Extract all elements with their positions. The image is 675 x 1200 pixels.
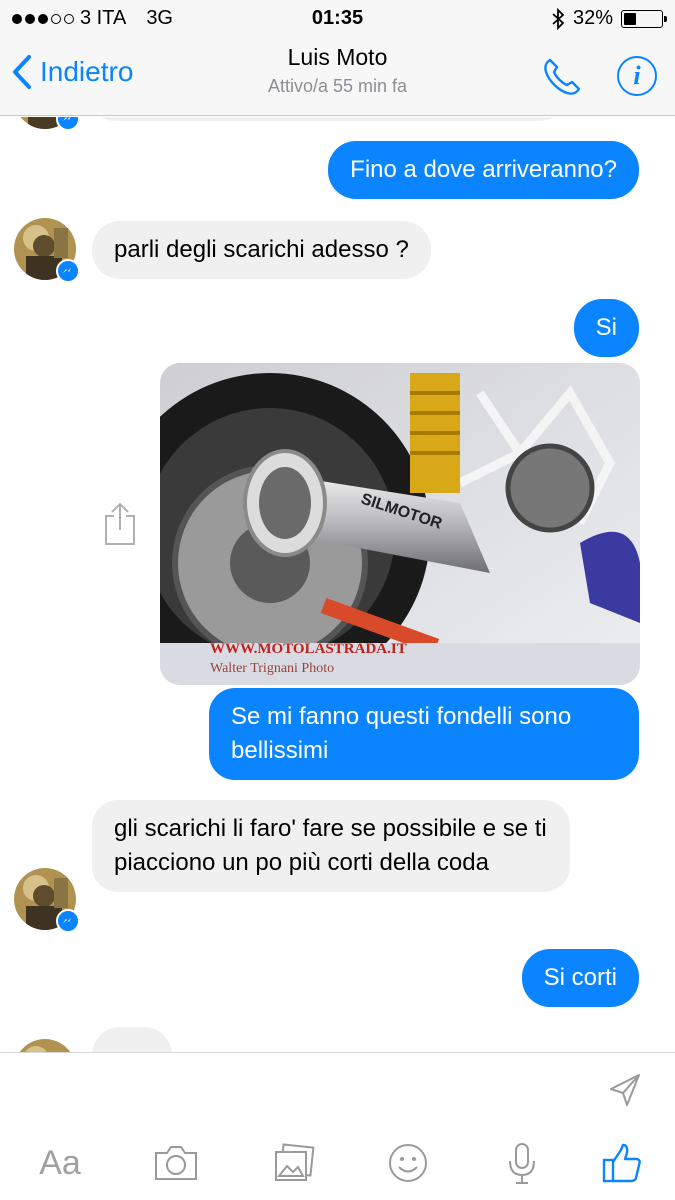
- message-composer: Aa: [0, 1052, 675, 1200]
- camera-button[interactable]: [146, 1135, 206, 1191]
- messenger-badge-icon: [56, 909, 80, 933]
- battery-icon: [621, 9, 667, 28]
- outgoing-message[interactable]: Si: [573, 299, 639, 357]
- typing-indicator-bubble: [92, 1027, 172, 1052]
- gallery-button[interactable]: [264, 1135, 324, 1191]
- share-icon: [105, 502, 135, 545]
- messenger-badge-icon: [56, 117, 80, 131]
- camera-icon: [155, 1146, 197, 1180]
- incoming-message[interactable]: gli scarichi li faro' fare se possibile …: [92, 800, 570, 892]
- motorcycle-exhaust-image: SILMOTOR WWW.MOTOLASTRADA.IT Walter Trig…: [160, 363, 640, 685]
- message-input[interactable]: [30, 1071, 570, 1111]
- battery-area: 32%: [551, 7, 667, 30]
- message-text: Si corti: [543, 964, 617, 991]
- phone-icon: [544, 58, 581, 95]
- messenger-badge-icon: [56, 259, 80, 283]
- shared-photo[interactable]: SILMOTOR WWW.MOTOLASTRADA.IT Walter Trig…: [160, 363, 640, 685]
- like-button[interactable]: [592, 1135, 652, 1191]
- like-icon: [602, 1143, 641, 1183]
- battery-percent: 32%: [572, 7, 613, 29]
- outgoing-message[interactable]: Se mi fanno questi fondelli sono belliss…: [209, 688, 639, 780]
- call-button[interactable]: [541, 56, 583, 98]
- message-list[interactable]: Fino a dove arriveranno? parli degli sca…: [0, 117, 675, 1052]
- incoming-message[interactable]: parli degli scarichi adesso ?: [92, 221, 431, 279]
- send-arrow-icon: [610, 1074, 640, 1106]
- status-bar: 3 ITA 3G 01:35 32%: [0, 0, 675, 38]
- gallery-icon: [275, 1143, 315, 1181]
- photo-credit-text: Walter Trignani Photo: [210, 661, 334, 676]
- info-button[interactable]: i: [617, 56, 657, 96]
- contact-avatar[interactable]: [14, 1039, 76, 1052]
- text-format-button[interactable]: Aa: [30, 1135, 90, 1191]
- microphone-icon: [509, 1143, 535, 1184]
- partial-incoming-bubble[interactable]: [92, 117, 562, 121]
- message-text: Se mi fanno questi fondelli sono belliss…: [231, 703, 572, 764]
- message-text: Fino a dove arriveranno?: [350, 156, 617, 183]
- message-text: Si: [595, 314, 617, 341]
- conversation-header: Indietro Luis Moto Attivo/a 55 min fa i: [0, 38, 675, 116]
- composer-toolbar: Aa: [0, 1135, 675, 1195]
- photo-watermark-text: WWW.MOTOLASTRADA.IT: [210, 641, 407, 657]
- message-text: parli degli scarichi adesso ?: [114, 236, 409, 263]
- outgoing-message[interactable]: Fino a dove arriveranno?: [328, 141, 639, 199]
- outgoing-message[interactable]: Si corti: [521, 949, 639, 1007]
- send-button[interactable]: [605, 1071, 645, 1111]
- microphone-button[interactable]: [492, 1135, 552, 1191]
- text-format-label: Aa: [39, 1143, 81, 1182]
- bluetooth-icon: [552, 7, 565, 30]
- share-button[interactable]: [102, 502, 138, 546]
- emoji-button[interactable]: [378, 1135, 438, 1191]
- message-text: gli scarichi li faro' fare se possibile …: [114, 815, 547, 876]
- info-icon: i: [633, 61, 641, 90]
- emoji-icon: [389, 1144, 427, 1182]
